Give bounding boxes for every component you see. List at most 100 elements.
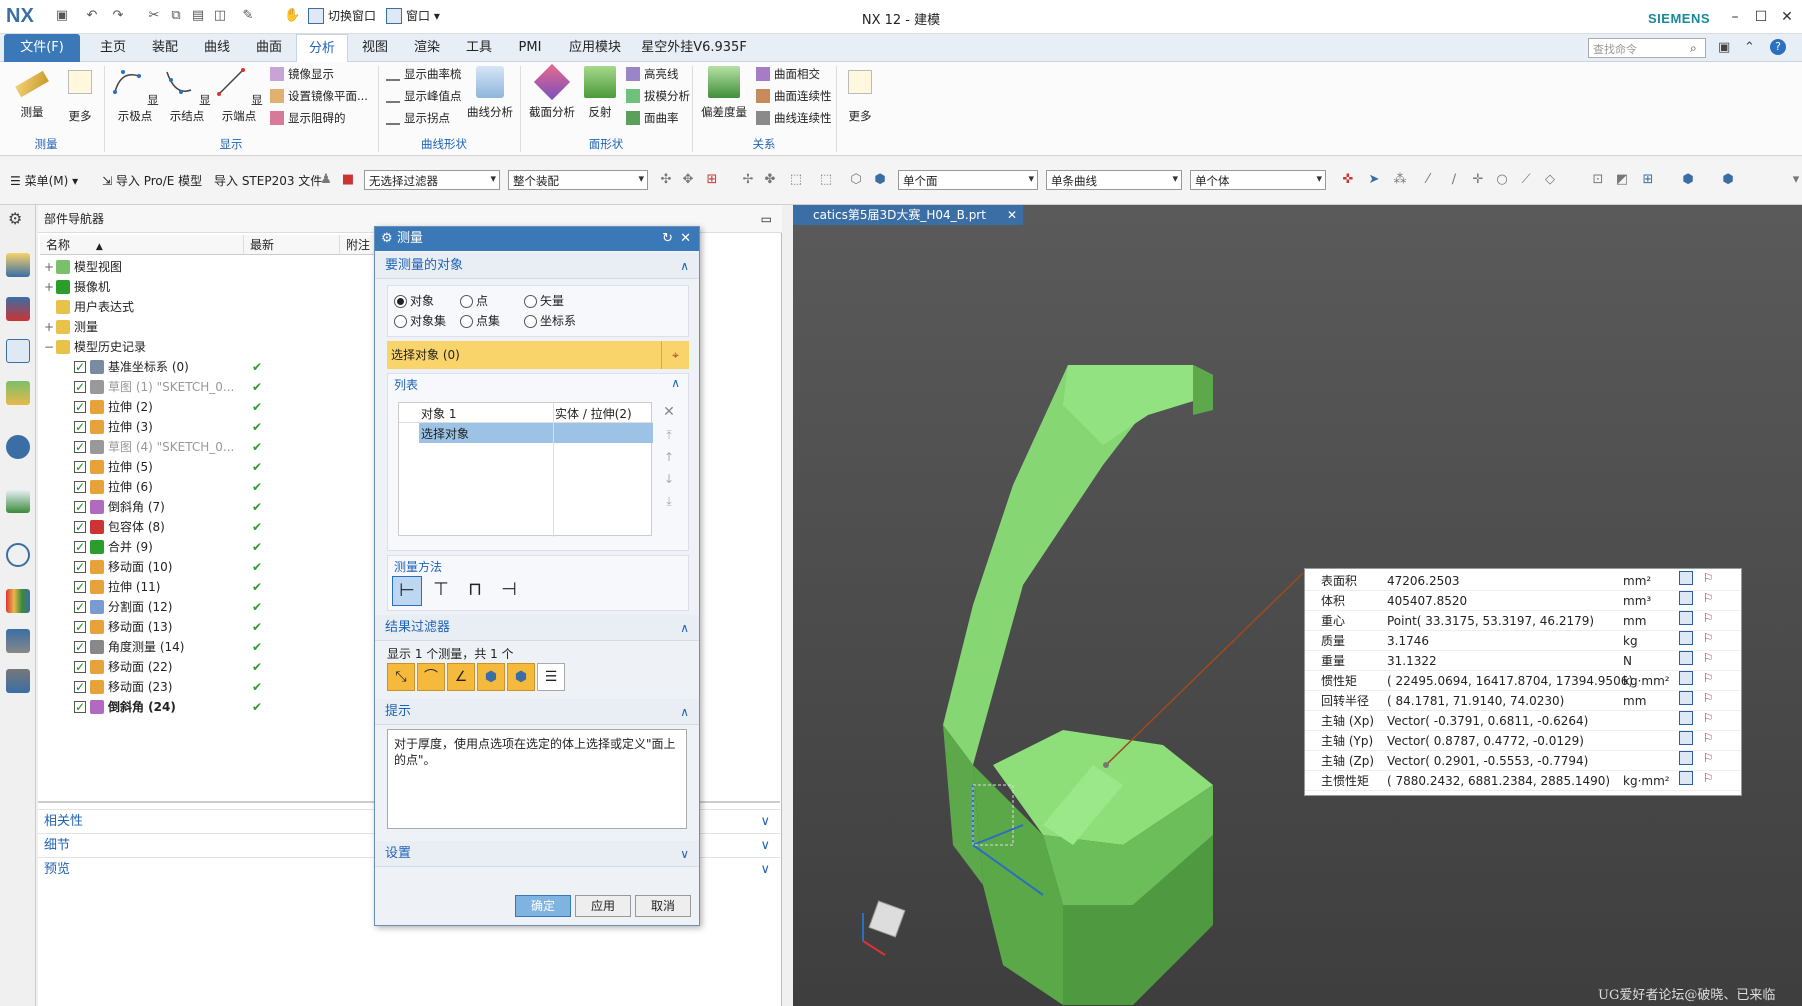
copy-value-icon[interactable] (1679, 711, 1693, 725)
command-search-input[interactable]: 查找命令 (1588, 38, 1706, 58)
expand-toggle-icon[interactable]: − (44, 337, 54, 357)
feature-checkbox[interactable] (74, 617, 86, 637)
section-filter-header[interactable]: 结果过滤器 ∧ (375, 615, 699, 641)
menu-plugin[interactable]: 星空外挂V6.935F (636, 34, 752, 62)
deviation-gauge-button[interactable]: 偏差度量 (696, 66, 752, 120)
draft-analysis-button[interactable]: 拔模分析 (624, 86, 690, 106)
feature-checkbox[interactable] (74, 577, 86, 597)
create-expression-icon[interactable]: ⚐ (1701, 671, 1715, 685)
snap-icon-3[interactable]: ✢ (740, 172, 756, 188)
face-rule-select[interactable]: 单个面 (898, 170, 1038, 190)
radio-object-set[interactable]: 对象集 (392, 312, 446, 330)
maximize-navigator-icon[interactable]: ▭ (761, 205, 772, 233)
feature-checkbox[interactable] (74, 637, 86, 657)
menu-home[interactable]: 主页 (88, 34, 138, 62)
copy-value-icon[interactable] (1679, 731, 1693, 745)
close-window-icon[interactable]: ✕ (1776, 6, 1798, 28)
menu-file[interactable]: 文件(F) (4, 34, 80, 62)
rect-select-icon[interactable]: ⬚ (818, 172, 834, 188)
menu-render[interactable]: 渲染 (402, 34, 452, 62)
apply-button[interactable]: 应用 (575, 895, 631, 917)
ok-button[interactable]: 确定 (515, 895, 571, 917)
show-peak-button[interactable]: 显示峰值点 (384, 86, 462, 106)
feature-checkbox[interactable] (74, 697, 86, 717)
mid-snap-icon[interactable]: ✛ (1470, 172, 1486, 188)
show-knots-button[interactable]: 显示结点 (160, 66, 214, 124)
more-analysis-button[interactable]: 更多 (840, 66, 880, 124)
feature-checkbox[interactable] (74, 457, 86, 477)
feature-checkbox[interactable] (74, 497, 86, 517)
curve-analysis-button[interactable]: 曲线分析 (462, 66, 518, 120)
method-projected-icon[interactable]: ⊤ (426, 576, 456, 606)
feature-checkbox[interactable] (74, 357, 86, 377)
settings-icon[interactable]: ⚙ (8, 209, 22, 228)
mirror-display-button[interactable]: 镜像显示 (268, 64, 334, 84)
history-icon[interactable] (6, 543, 30, 567)
create-expression-icon[interactable]: ⚐ (1701, 751, 1715, 765)
list-row-2[interactable]: 选择对象 (419, 423, 653, 443)
filter-list-icon[interactable]: ☰ (537, 663, 565, 691)
reuse-library-icon[interactable] (6, 381, 30, 405)
section-analysis-button[interactable]: 截面分析 (524, 63, 580, 120)
method-screen-icon[interactable]: ⊓ (460, 576, 490, 606)
select-object-field[interactable]: 选择对象 (0) ⌖ (387, 341, 689, 369)
section-settings-header[interactable]: 设置 ∨ (375, 841, 699, 867)
reflection-button[interactable]: 反射 (578, 66, 622, 120)
stop-icon[interactable]: ■ (340, 172, 356, 188)
cancel-button[interactable]: 取消 (635, 895, 691, 917)
menu-curve[interactable]: 曲线 (192, 34, 242, 62)
snap-icon-4[interactable]: ✤ (762, 172, 778, 188)
radio-csys[interactable]: 坐标系 (522, 312, 576, 330)
end-snap-icon[interactable]: ∕ (1446, 172, 1462, 188)
copy-value-icon[interactable] (1679, 771, 1693, 785)
method-distance-icon[interactable]: ⊢ (392, 576, 422, 606)
col-name[interactable]: 名称 ▲ (40, 235, 244, 255)
crosshair-icon[interactable]: ⌖ (661, 341, 689, 369)
copy-value-icon[interactable] (1679, 591, 1693, 605)
move-up-icon[interactable]: ↑ (658, 450, 680, 470)
body-select-icon[interactable]: ⬢ (872, 172, 888, 188)
list-row-1[interactable]: 对象 1 实体 / 拉伸(2) (399, 403, 653, 423)
create-expression-icon[interactable]: ⚐ (1701, 591, 1715, 605)
cube-icon[interactable]: ⬢ (1720, 172, 1736, 188)
copy-value-icon[interactable] (1679, 611, 1693, 625)
filter-volume-icon[interactable]: ⬢ (507, 663, 535, 691)
filter-distance-icon[interactable]: ⤡ (387, 663, 415, 691)
show-blocked-button[interactable]: 显示阻碍的 (268, 108, 346, 128)
close-dialog-icon[interactable]: ✕ (680, 227, 691, 251)
section-tips-header[interactable]: 提示 ∧ (375, 699, 699, 725)
import-proe-button[interactable]: ⇲ 导入 Pro/E 模型 (102, 172, 202, 189)
measure-button[interactable]: 测量 (8, 66, 56, 120)
show-curvature-comb-button[interactable]: 显示曲率梳 (384, 64, 462, 84)
section-objects-header[interactable]: 要测量的对象 ∧ (375, 253, 699, 279)
snap-icon-2[interactable]: ✥ (680, 172, 696, 188)
radio-vector[interactable]: 矢量 (522, 292, 564, 310)
curve-continuity-button[interactable]: 曲线连续性 (754, 108, 832, 128)
reset-icon[interactable]: ↻ (662, 227, 673, 251)
type-filter-select[interactable]: 无选择过滤器 (364, 170, 500, 190)
face-curvature-button[interactable]: 面曲率 (624, 108, 679, 128)
feature-checkbox[interactable] (74, 557, 86, 577)
create-expression-icon[interactable]: ⚐ (1701, 691, 1715, 705)
assembly-scope-select[interactable]: 整个装配 (508, 170, 648, 190)
part-file-tab[interactable]: catics第5届3D大赛_H04_B.prt ✕ (793, 205, 1023, 225)
highlight-lines-button[interactable]: 高亮线 (624, 64, 679, 84)
menu-assembly[interactable]: 装配 (140, 34, 190, 62)
feature-checkbox[interactable] (74, 437, 86, 457)
arrow-right-icon[interactable]: ➤ (1366, 172, 1382, 188)
menu-dropdown[interactable]: ☰ 菜单(M) ▾ (10, 172, 78, 189)
filter-arc-icon[interactable]: ⌒ (417, 663, 445, 691)
feature-checkbox[interactable] (74, 597, 86, 617)
maximize-icon[interactable]: ☐ (1750, 6, 1772, 28)
menu-analysis[interactable]: 分析 (296, 34, 348, 62)
face-continuity-button[interactable]: 曲面连续性 (754, 86, 832, 106)
col-latest[interactable]: 最新 (244, 235, 340, 255)
show-poles-button[interactable]: 显示极点 (108, 66, 162, 124)
create-expression-icon[interactable]: ⚐ (1701, 771, 1715, 785)
view-icon-3[interactable]: ⊞ (1640, 172, 1656, 188)
move-down-icon[interactable]: ↓ (658, 472, 680, 492)
view-icon-1[interactable]: ⊡ (1590, 172, 1606, 188)
face-intersection-button[interactable]: 曲面相交 (754, 64, 820, 84)
feature-checkbox[interactable] (74, 677, 86, 697)
menu-pmi[interactable]: PMI (506, 34, 554, 62)
